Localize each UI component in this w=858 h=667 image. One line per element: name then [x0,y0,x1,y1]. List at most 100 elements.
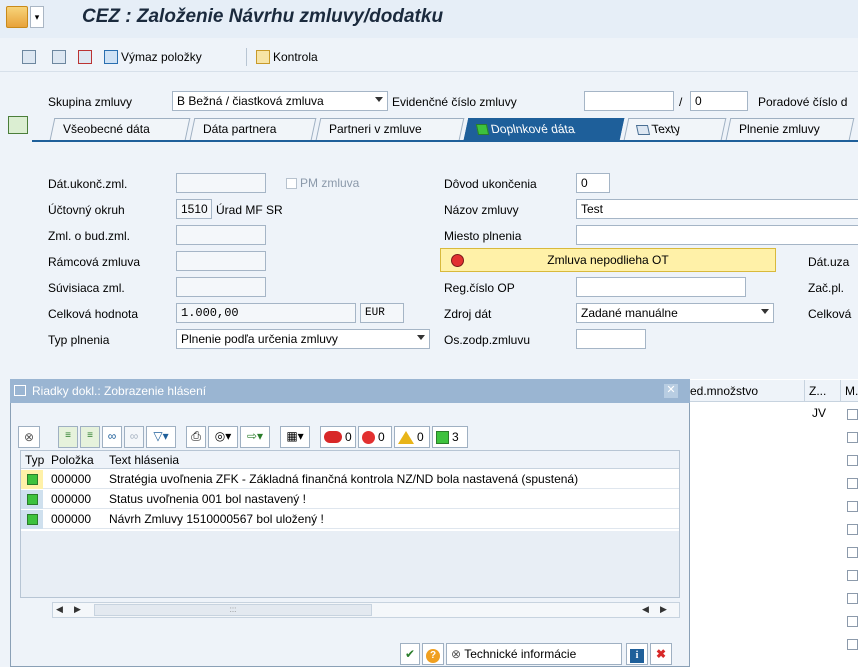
confirm-button[interactable]: ✔ [400,643,420,665]
scroll-right-icon[interactable]: ▶ [660,604,667,615]
grid-checkbox[interactable] [847,547,858,558]
date-right-label: Dát.uza [808,255,850,269]
grid-checkbox[interactable] [847,478,858,489]
copy-button[interactable] [78,46,92,68]
reason-input[interactable]: 0 [576,173,610,193]
check-button[interactable]: Kontrola [256,46,318,68]
tab-partner-data[interactable]: Dáta partnera [189,118,317,140]
future-contract-label: Zml. o bud.zml. [48,229,131,243]
grid-checkbox[interactable] [847,593,858,604]
grid-checkbox[interactable] [847,570,858,581]
tab-additional-data[interactable]: Doplnkové dáta [463,118,625,140]
account-code-input[interactable]: 1510 [176,199,212,219]
scroll-left-icon[interactable]: ◀ [642,604,649,615]
cancel-button[interactable]: ✖ [650,643,672,665]
chevron-down-icon [417,335,425,340]
export-button[interactable]: ⇨▾ [240,426,270,448]
contract-name-label: Názov zmluvy [444,203,519,217]
future-contract-input[interactable] [176,225,266,245]
find-button[interactable]: ∞ [102,426,122,448]
dialog-title: Riadky dokl.: Zobrazenie hlásení [10,379,690,403]
print-button[interactable]: ⎙ [186,426,206,448]
col-item[interactable]: Položka [51,451,94,469]
help-button[interactable]: ? [422,643,444,665]
deselect-all-button[interactable] [52,46,66,68]
evidence-part2-value: 0 [695,94,702,108]
filter-stop-button[interactable]: 0 [320,426,356,448]
cancel-icon: ✖ [655,647,667,661]
menu-dropdown-icon[interactable]: ▾ [30,6,44,28]
table-row[interactable]: 000000 Návrh Zmluvy 1510000567 bol ulože… [21,510,679,529]
ot-status-button[interactable]: Zmluva nepodlieha OT [440,248,776,272]
scroll-thumb[interactable]: ::: [94,604,372,616]
scroll-left-icon[interactable]: ◀ [56,604,63,615]
type-select[interactable]: Plnenie podľa určenia zmluvy [176,329,430,349]
responsible-input[interactable] [576,329,646,349]
source-select[interactable]: Zadané manuálne [576,303,774,323]
details-button[interactable]: ⊗ [18,426,40,448]
table-row[interactable]: 000000 Stratégia uvoľnenia ZFK - Základn… [21,470,679,489]
evidence-number-input[interactable] [584,91,674,111]
tab-fulfilment[interactable]: Plnenie zmluvy [725,118,855,140]
close-icon[interactable]: ✕ [664,384,678,398]
grid-col-quantity[interactable]: ed.množstvo [686,380,804,402]
grid-checkbox[interactable] [847,409,858,420]
layout-button[interactable]: ▦▾ [280,426,310,448]
end-date-input[interactable] [176,173,266,193]
scroll-right-icon[interactable]: ▶ [74,604,81,615]
message-text: Stratégia uvoľnenia ZFK - Základná finan… [109,472,579,486]
pm-checkbox[interactable]: PM zmluva [286,176,359,190]
col-text[interactable]: Text hlásenia [109,451,179,469]
technical-info-button[interactable]: ⊗ Technické informácie [446,643,622,665]
help-icon: ? [426,649,440,663]
currency-input[interactable]: EUR [360,303,404,323]
error-icon [362,430,375,444]
sort-desc-button[interactable]: ≡ [80,426,100,448]
filter-warning-button[interactable]: 0 [394,426,430,448]
glasses-icon: ⊗ [23,430,35,444]
delete-item-button[interactable]: Výmaz položky [104,46,202,68]
table-row[interactable]: 000000 Status uvoľnenia 001 bol nastaven… [21,490,679,509]
related-contract-input[interactable] [176,277,266,297]
grid-checkbox[interactable] [847,639,858,650]
tab-list-icon[interactable] [8,116,28,134]
tab-additional-data-label: Doplnkové dáta [489,122,577,136]
grid-checkbox[interactable] [847,432,858,443]
grid-checkbox[interactable] [847,455,858,466]
tab-partners[interactable]: Partneri v zmluve [315,118,465,140]
sort-asc-button[interactable]: ≡ [58,426,78,448]
total-value-input[interactable]: 1.000,00 [176,303,356,323]
success-count: 3 [452,430,459,444]
grid-checkbox[interactable] [847,524,858,535]
tab-general[interactable]: Všeobecné dáta [49,118,191,140]
frame-contract-input[interactable] [176,251,266,271]
place-input[interactable] [576,225,858,245]
contract-name-value: Test [581,202,604,216]
grid-col-z[interactable]: Z... [804,380,840,402]
evidence-part2-input[interactable]: 0 [690,91,748,111]
tab-texts[interactable]: Texty [623,118,727,140]
filter-error-button[interactable]: 0 [358,426,392,448]
export-icon: ⇨▾ [246,429,264,443]
pm-checkbox-box[interactable] [286,177,297,189]
contract-name-input[interactable]: Test [576,199,858,219]
grid-col-m[interactable]: M. [840,380,858,402]
sap-menu-icon[interactable] [6,6,28,28]
order-label: Poradové číslo d [758,95,848,109]
select-all-button[interactable] [22,46,36,68]
info-button[interactable]: i [626,643,648,665]
glasses-icon: ⊗ [451,647,462,661]
filter-button[interactable]: ▽▾ [146,426,176,448]
col-type[interactable]: Typ [25,451,44,469]
tab-fulfilment-label: Plnenie zmluvy [739,122,820,136]
warning-count: 0 [417,430,424,444]
grid-checkbox[interactable] [847,501,858,512]
evidence-label: Evidenčné číslo zmluvy [392,95,517,109]
group-select[interactable]: B Bežná / čiastková zmluva [172,91,388,111]
filter-success-button[interactable]: 3 [432,426,468,448]
grid-checkbox[interactable] [847,616,858,627]
reg-number-input[interactable] [576,277,746,297]
account-label: Účtovný okruh [48,203,125,217]
view-button[interactable]: ◎▾ [208,426,238,448]
find-next-button[interactable]: ∞ [124,426,144,448]
